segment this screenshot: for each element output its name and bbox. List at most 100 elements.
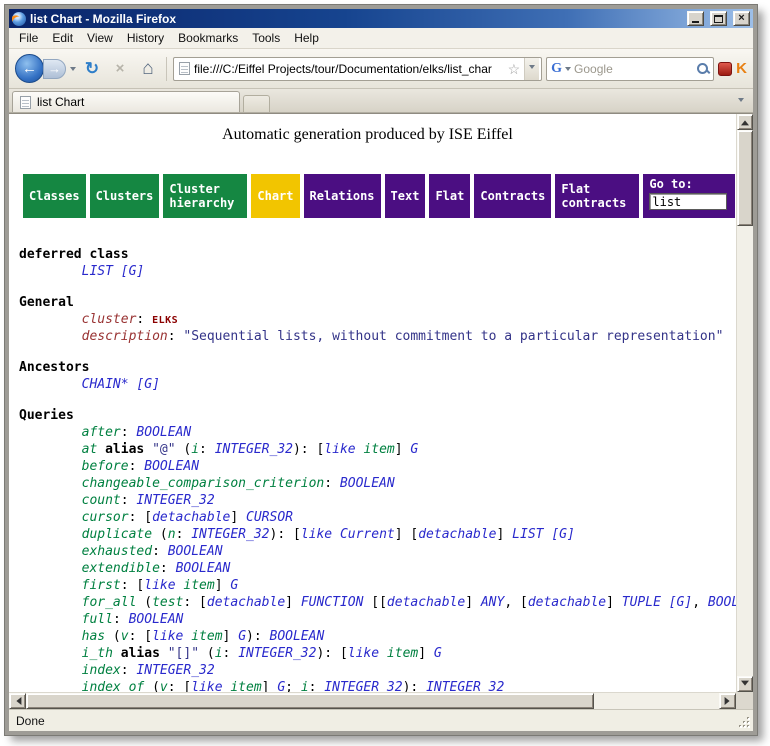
- feature-link[interactable]: extendible: [82, 561, 160, 576]
- class-link[interactable]: like: [324, 442, 355, 457]
- menu-file[interactable]: File: [12, 29, 45, 47]
- feature-link[interactable]: cursor: [82, 510, 129, 525]
- menu-tools[interactable]: Tools: [245, 29, 287, 47]
- class-link[interactable]: detachable: [152, 510, 230, 525]
- class-link[interactable]: [G]: [669, 595, 692, 610]
- class-link[interactable]: BOOLEAN: [136, 425, 191, 440]
- feature-link[interactable]: before: [82, 459, 129, 474]
- feature-link[interactable]: item: [191, 629, 222, 644]
- class-link[interactable]: like: [152, 629, 183, 644]
- nav-button-flat-contracts[interactable]: Flat contracts: [555, 174, 639, 218]
- h-scrollbar[interactable]: [9, 692, 736, 709]
- class-link[interactable]: INTEGER_32: [136, 493, 214, 508]
- search-bar[interactable]: G Google: [546, 57, 714, 81]
- feature-link[interactable]: duplicate: [82, 527, 152, 542]
- feature-link[interactable]: for_all: [82, 595, 137, 610]
- class-link[interactable]: G: [410, 442, 418, 457]
- class-link[interactable]: INTEGER_32: [215, 442, 293, 457]
- class-link[interactable]: BOOLEAN: [144, 459, 199, 474]
- url-text[interactable]: file:///C:/Eiffel Projects/tour/Document…: [194, 62, 504, 76]
- class-link[interactable]: BOOLEAN: [168, 544, 223, 559]
- scroll-up-button[interactable]: [737, 114, 753, 130]
- v-scroll-thumb[interactable]: [737, 130, 753, 226]
- class-link[interactable]: BOOLEAN: [270, 629, 325, 644]
- class-link[interactable]: detachable: [528, 595, 606, 610]
- url-bar[interactable]: file:///C:/Eiffel Projects/tour/Document…: [173, 57, 542, 81]
- feature-link[interactable]: i_th: [82, 646, 113, 661]
- search-input[interactable]: Google: [574, 62, 693, 76]
- search-icon[interactable]: [696, 62, 709, 75]
- scroll-right-button[interactable]: [719, 693, 736, 709]
- class-link[interactable]: G: [238, 629, 246, 644]
- feature-link[interactable]: n: [168, 527, 176, 542]
- nav-button-relations[interactable]: Relations: [304, 174, 381, 218]
- class-link[interactable]: [G]: [136, 377, 159, 392]
- class-link[interactable]: CHAIN*: [82, 377, 129, 392]
- feature-link[interactable]: exhausted: [82, 544, 152, 559]
- addon-icon-red[interactable]: [718, 62, 732, 76]
- maximize-button[interactable]: [710, 11, 727, 26]
- nav-button-classes[interactable]: Classes: [23, 174, 86, 218]
- home-button[interactable]: ⌂: [136, 56, 160, 82]
- history-dropdown-icon[interactable]: [70, 67, 76, 74]
- nav-button-clusters[interactable]: Clusters: [90, 174, 160, 218]
- menu-help[interactable]: Help: [287, 29, 326, 47]
- feature-link[interactable]: item: [183, 578, 214, 593]
- feature-link[interactable]: test: [152, 595, 183, 610]
- nav-button-flat[interactable]: Flat: [429, 174, 470, 218]
- nav-button-go-to[interactable]: Go to:: [643, 174, 735, 218]
- feature-link[interactable]: at: [82, 442, 98, 457]
- menu-bookmarks[interactable]: Bookmarks: [171, 29, 245, 47]
- stop-button[interactable]: ×: [108, 56, 132, 82]
- class-link[interactable]: G: [230, 578, 238, 593]
- search-engine-dropdown-icon[interactable]: [565, 67, 571, 74]
- title-bar[interactable]: list Chart - Mozilla Firefox ×: [9, 9, 753, 28]
- new-tab-button[interactable]: [243, 95, 270, 112]
- class-link[interactable]: LIST: [512, 527, 543, 542]
- class-link[interactable]: like: [301, 527, 332, 542]
- resize-grip[interactable]: [738, 716, 751, 729]
- close-button[interactable]: ×: [733, 11, 750, 26]
- v-scroll-track[interactable]: [737, 130, 753, 676]
- class-link[interactable]: BOOLEAN: [176, 561, 231, 576]
- cluster-link[interactable]: ELKS: [152, 315, 178, 326]
- feature-link[interactable]: i: [191, 442, 199, 457]
- class-link[interactable]: BOOLEAN: [340, 476, 395, 491]
- feature-link[interactable]: first: [82, 578, 121, 593]
- class-link[interactable]: detachable: [207, 595, 285, 610]
- h-scroll-track[interactable]: [26, 693, 719, 709]
- class-link[interactable]: CURSOR: [246, 510, 293, 525]
- feature-link[interactable]: full: [82, 612, 113, 627]
- back-button[interactable]: ←: [15, 54, 44, 83]
- feature-link[interactable]: count: [82, 493, 121, 508]
- nav-button-text[interactable]: Text: [385, 174, 426, 218]
- class-link[interactable]: Current: [340, 527, 395, 542]
- h-scroll-thumb[interactable]: [26, 693, 594, 709]
- class-link[interactable]: FUNCTION: [301, 595, 364, 610]
- feature-link[interactable]: after: [82, 425, 121, 440]
- class-link[interactable]: BOOLEAN: [708, 595, 736, 610]
- feature-link[interactable]: item: [387, 646, 418, 661]
- bookmark-star-icon[interactable]: ☆: [508, 62, 521, 76]
- class-link[interactable]: like: [144, 578, 175, 593]
- class-link[interactable]: [G]: [121, 264, 144, 279]
- nav-button-cluster-hierarchy[interactable]: Cluster hierarchy: [163, 174, 247, 218]
- goto-input[interactable]: [649, 193, 727, 210]
- class-link[interactable]: BOOLEAN: [129, 612, 184, 627]
- class-link[interactable]: ANY: [481, 595, 504, 610]
- menu-history[interactable]: History: [120, 29, 171, 47]
- refresh-button[interactable]: ↻: [80, 56, 104, 82]
- scroll-left-button[interactable]: [9, 693, 26, 709]
- menu-view[interactable]: View: [80, 29, 120, 47]
- class-link[interactable]: INTEGER_32: [136, 663, 214, 678]
- forward-button[interactable]: →: [43, 59, 66, 79]
- minimize-button[interactable]: [687, 11, 704, 26]
- nav-button-chart[interactable]: Chart: [251, 174, 299, 218]
- feature-link[interactable]: changeable_comparison_criterion: [82, 476, 325, 491]
- feature-link[interactable]: index: [82, 663, 121, 678]
- feature-link[interactable]: has: [82, 629, 105, 644]
- class-link[interactable]: detachable: [387, 595, 465, 610]
- tab-list-dropdown-button[interactable]: [732, 92, 750, 110]
- class-link[interactable]: TUPLE: [622, 595, 661, 610]
- feature-link[interactable]: item: [363, 442, 394, 457]
